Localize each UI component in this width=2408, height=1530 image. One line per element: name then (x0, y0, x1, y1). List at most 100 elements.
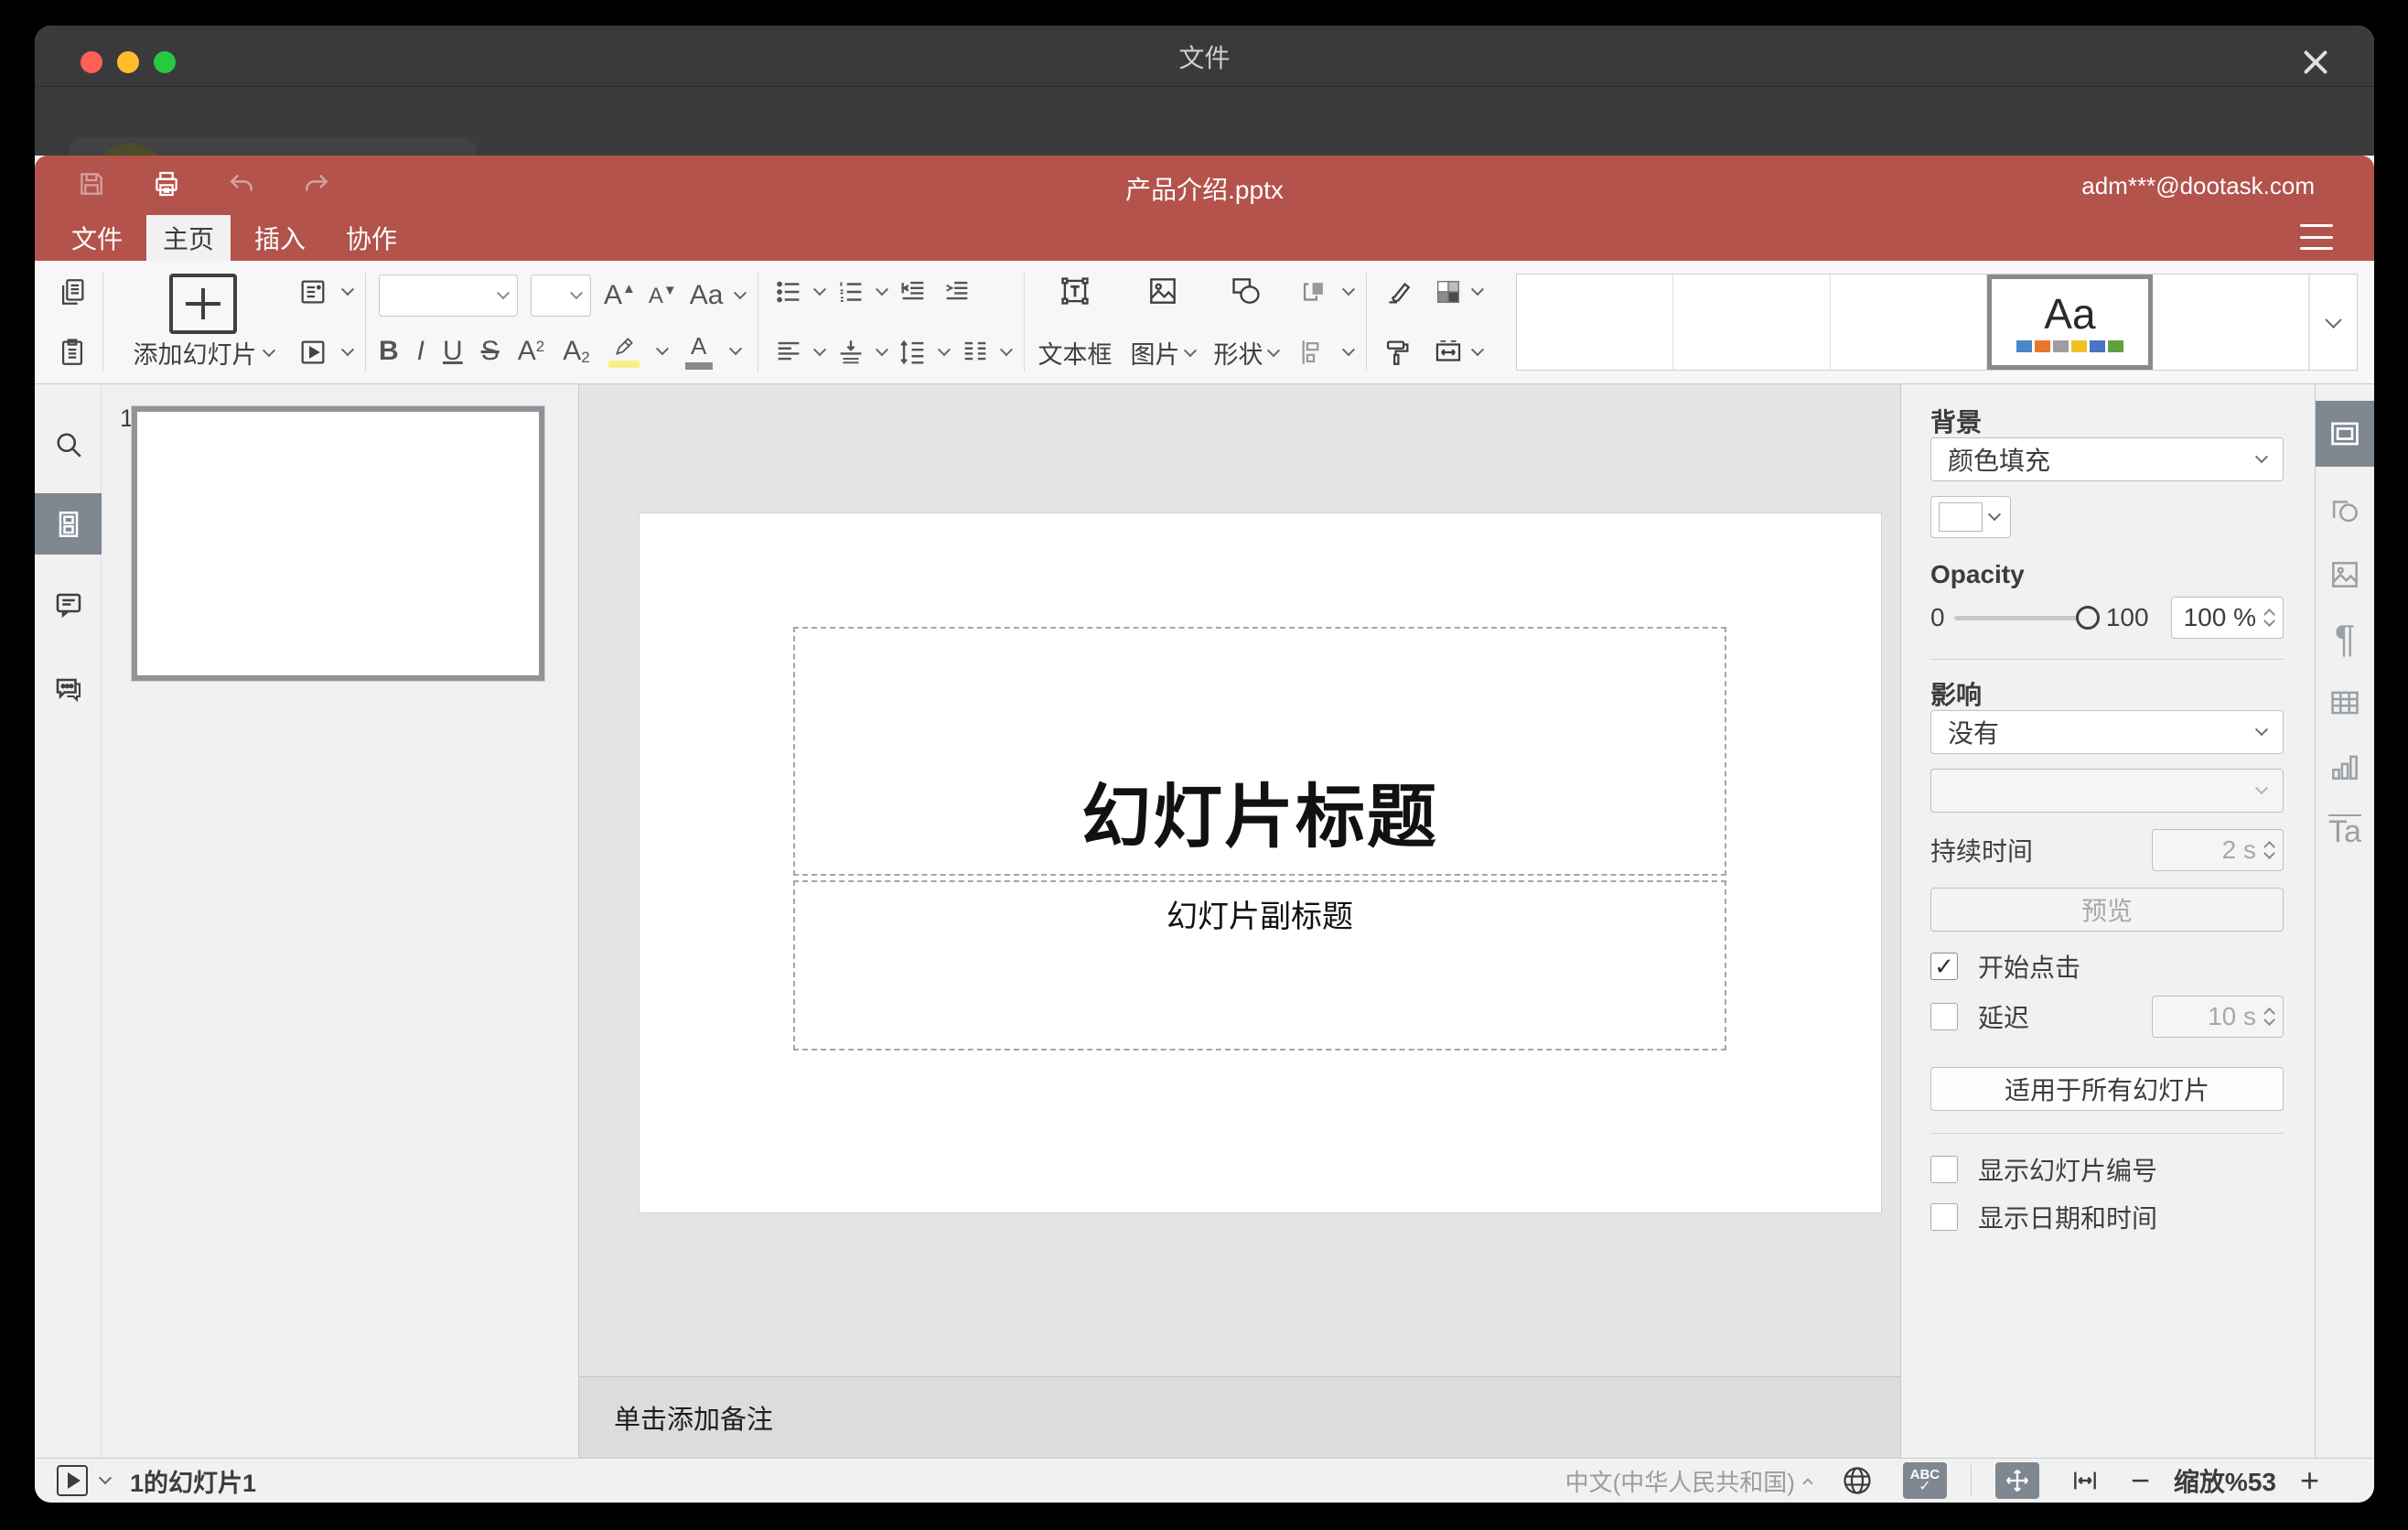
spellcheck-icon[interactable]: ABC ✓ (1902, 1462, 1947, 1499)
opacity-slider[interactable] (1953, 606, 2100, 630)
delay-row: 延迟 10 s (1930, 996, 2284, 1038)
theme-aa-label: Aa (2044, 289, 2096, 338)
effect-select[interactable]: 没有 (1930, 710, 2284, 754)
vertical-align-icon[interactable] (833, 335, 868, 370)
theme-thumbnail[interactable] (1830, 275, 1988, 370)
ribbon-toolbar: 添加幻灯片 A ▲ A ▼ Aa B I U S A 2 A 2 A 文本框 图… (35, 261, 2374, 384)
superscript-icon[interactable]: A2 (518, 336, 544, 367)
tab-collaboration[interactable]: 协作 (329, 215, 414, 261)
clear-style-icon[interactable] (1380, 275, 1414, 309)
fit-to-slide-icon[interactable] (1994, 1462, 2039, 1499)
copy-icon[interactable] (55, 275, 90, 309)
globe-icon[interactable] (1835, 1462, 1879, 1499)
insert-image-button[interactable]: 图片 (1130, 274, 1198, 371)
theme-thumbnail[interactable] (1673, 275, 1831, 370)
notes-area[interactable]: 单击添加备注 (579, 1376, 1900, 1458)
text-box-label: 文本框 (1037, 341, 1113, 369)
arrange-shape-icon[interactable] (1296, 275, 1331, 309)
delay-spinner[interactable]: 10 s (2152, 996, 2284, 1038)
clipboard-group (55, 275, 90, 370)
opacity-slider-thumb[interactable] (2075, 606, 2100, 630)
comments-icon[interactable] (35, 582, 102, 630)
font-color-icon[interactable]: A (684, 332, 713, 370)
paragraph-group (771, 275, 1014, 370)
increase-font-icon[interactable]: A ▲ (604, 280, 636, 311)
show-slide-number-checkbox[interactable] (1930, 1156, 1958, 1183)
bullet-list-icon[interactable] (771, 275, 806, 309)
numbered-list-icon[interactable] (833, 275, 868, 309)
show-date-time-checkbox[interactable] (1930, 1203, 1958, 1231)
chat-icon[interactable] (35, 664, 102, 712)
opacity-value-spinner[interactable]: 100 % (2170, 597, 2284, 639)
tab-insert[interactable]: 插入 (238, 215, 322, 261)
image-settings-icon[interactable] (2316, 551, 2374, 598)
duration-spinner[interactable]: 2 s (2152, 829, 2284, 871)
shape-settings-icon[interactable] (2316, 487, 2374, 534)
slide-thumbnail[interactable] (131, 405, 545, 682)
line-spacing-icon[interactable] (896, 335, 930, 370)
start-on-click-checkbox[interactable]: ✓ (1930, 953, 1958, 980)
chart-settings-icon[interactable] (2316, 743, 2374, 791)
apply-to-all-button[interactable]: 适用于所有幻灯片 (1930, 1067, 2284, 1111)
subscript-icon[interactable]: A2 (563, 336, 589, 367)
insert-shape-button[interactable]: 形状 (1213, 274, 1281, 371)
paragraph-settings-icon[interactable]: ¶ (2316, 615, 2374, 663)
delay-checkbox[interactable] (1930, 1003, 1958, 1030)
zoom-out-icon[interactable]: − (2131, 1464, 2150, 1497)
shape-fill-icon[interactable] (1431, 275, 1466, 309)
paste-icon[interactable] (55, 335, 90, 370)
zoom-in-icon[interactable]: + (2300, 1464, 2319, 1497)
close-icon[interactable] (2292, 38, 2339, 86)
horizontal-align-icon[interactable] (771, 335, 806, 370)
font-name-combo[interactable] (379, 275, 518, 317)
fit-to-width-icon[interactable] (2063, 1462, 2107, 1499)
table-settings-icon[interactable] (2316, 679, 2374, 727)
text-art-settings-icon[interactable]: Ta (2316, 807, 2374, 855)
add-slide-button[interactable]: 添加幻灯片 (116, 274, 290, 371)
start-slideshow-icon[interactable] (296, 335, 330, 370)
opacity-slider-row: 0 100 100 % (1930, 597, 2284, 639)
align-shape-icon[interactable] (1296, 335, 1331, 370)
highlight-color-icon[interactable] (607, 335, 640, 368)
strikethrough-icon[interactable]: S (481, 336, 500, 367)
underline-icon[interactable]: U (443, 336, 463, 367)
search-icon[interactable] (35, 421, 102, 469)
fill-type-select[interactable]: 颜色填充 (1930, 437, 2284, 481)
bold-icon[interactable]: B (379, 336, 399, 367)
slides-panel-icon[interactable] (35, 493, 102, 555)
menu-icon[interactable] (2300, 224, 2333, 250)
fill-color-picker[interactable] (1930, 496, 2011, 538)
image-label: 图片 (1130, 341, 1180, 369)
editor-canvas[interactable]: 幻灯片标题 幻灯片副标题 (579, 384, 1900, 1376)
italic-icon[interactable]: I (417, 336, 425, 367)
title-placeholder[interactable]: 幻灯片标题 (793, 627, 1726, 876)
increase-indent-icon[interactable] (940, 275, 974, 309)
columns-icon[interactable] (958, 335, 993, 370)
slide-layout-icon[interactable] (296, 275, 330, 309)
change-case-icon[interactable]: Aa (690, 280, 724, 311)
decrease-indent-icon[interactable] (896, 275, 930, 309)
slide-surface[interactable]: 幻灯片标题 幻灯片副标题 (640, 513, 1881, 1212)
theme-gallery-expand-icon[interactable] (2309, 275, 2357, 370)
theme-thumbnail[interactable] (1517, 275, 1674, 370)
font-size-combo[interactable] (531, 275, 591, 317)
slide-subtitle-text: 幻灯片副标题 (1166, 900, 1353, 934)
theme-thumbnail-selected[interactable]: Aa (1987, 275, 2153, 370)
tab-home[interactable]: 主页 (146, 215, 231, 261)
slide-size-icon[interactable] (1431, 335, 1466, 370)
tab-file[interactable]: 文件 (55, 215, 139, 261)
slide-settings-icon[interactable] (2316, 401, 2374, 467)
show-date-time-row: 显示日期和时间 (1930, 1199, 2284, 1235)
start-preview-icon[interactable] (57, 1465, 88, 1496)
decrease-font-icon[interactable]: A ▼ (649, 283, 677, 309)
preview-options-chevron-icon[interactable] (98, 1471, 113, 1485)
app-window: 文件 产品介绍.pptx adm***@dootask.com 文件 主页 插入… (35, 26, 2374, 1503)
subtitle-placeholder[interactable]: 幻灯片副标题 (793, 880, 1726, 1051)
language-selector[interactable]: 中文(中华人民共和国) (1565, 1464, 1813, 1498)
preview-button[interactable]: 预览 (1930, 888, 2284, 932)
theme-thumbnail[interactable] (2152, 275, 2310, 370)
copy-style-icon[interactable] (1380, 335, 1414, 370)
effect-type-select[interactable] (1930, 769, 2284, 813)
image-icon (1145, 274, 1180, 308)
insert-textbox-button[interactable]: 文本框 (1037, 274, 1112, 371)
